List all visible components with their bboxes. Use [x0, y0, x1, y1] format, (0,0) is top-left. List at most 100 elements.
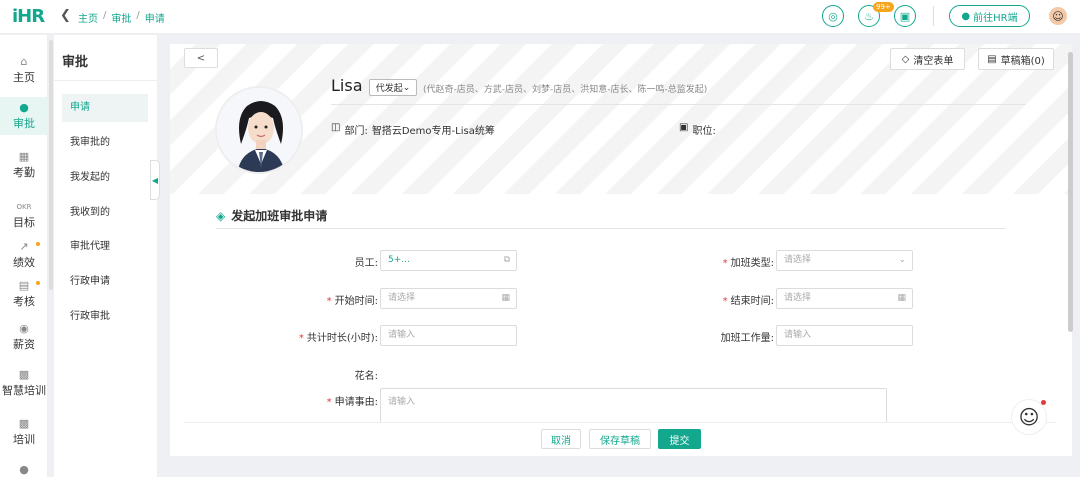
notification-badge: 99+	[873, 2, 894, 12]
nav-item-training[interactable]: ▩ 培训	[0, 417, 48, 447]
cancel-button[interactable]: 取消	[541, 429, 581, 449]
main-content: < ◇ 清空表单 ▤ 草稿箱(0) Lisa 代发起 ⌄ (代赵奇-店员、方武-店员、…	[170, 44, 1072, 456]
subnav-item-proxy[interactable]: 审批代理	[62, 233, 148, 261]
okr-icon: OKR	[16, 203, 32, 211]
workload-label: 加班工作量:	[720, 333, 774, 344]
department-value: 智搭云Demo专用-Lisa统筹	[371, 126, 495, 137]
submit-button[interactable]: 提交	[658, 429, 701, 449]
notify-dot	[36, 242, 40, 246]
person-icon: ●	[19, 463, 29, 476]
user-icon: ●	[19, 101, 29, 114]
nav-item-okr[interactable]: OKR 目标	[0, 200, 48, 230]
bell-icon[interactable]: ♨ 99+	[858, 2, 894, 27]
divider	[331, 104, 1026, 105]
total-hours-input[interactable]: 请输入	[380, 325, 517, 346]
content-scrollbar[interactable]	[1068, 52, 1073, 332]
divider	[54, 80, 157, 81]
flower-name-label: 花名:	[354, 371, 378, 382]
form-title: 发起加班审批申请	[231, 209, 328, 223]
id-card-icon: ▣	[679, 122, 689, 133]
profile-photo	[215, 86, 303, 174]
end-time-label: * 结束时间:	[722, 296, 774, 307]
save-draft-button[interactable]: 保存草稿	[589, 429, 651, 449]
person-icon: ●	[961, 10, 971, 22]
clear-form-button[interactable]: ◇ 清空表单	[890, 48, 965, 70]
overtime-type-label: * 加班类型:	[722, 258, 774, 269]
document-icon: ▤	[18, 279, 30, 292]
home-icon: ⌂	[20, 55, 28, 68]
nav-item-approval[interactable]: ● 审批	[0, 97, 48, 135]
goto-hr-label: 前往HR端	[973, 12, 1018, 24]
main-sidebar: ⌂ 主页 ● 审批 ▦ 考勤 OKR 目标 ↗ 绩效 ▤ 考核 ◉ 薪资 ▩ 智慧培训 ▩ 培训 …	[0, 35, 48, 477]
book-icon: ▩	[18, 368, 30, 381]
sub-sidebar: 审批 申请 我审批的 我发起的 我收到的 审批代理 行政申请 行政审批	[54, 35, 157, 477]
department-info: ◫ 部门: 智搭云Demo专用-Lisa统筹	[331, 122, 495, 137]
calendar-icon: ▦	[18, 150, 30, 163]
subnav-title: 审批	[62, 55, 89, 70]
subnav-item-admin-apply[interactable]: 行政申请	[62, 268, 148, 296]
back-button[interactable]: <	[184, 48, 218, 68]
copy-icon: ⧉	[503, 255, 510, 265]
money-icon: ◉	[19, 322, 29, 335]
subnav-item-my-initiated[interactable]: 我发起的	[62, 164, 148, 192]
notify-dot	[1041, 400, 1046, 405]
collapse-sidebar-button[interactable]: ◀	[150, 160, 160, 200]
user-avatar[interactable]: ☺	[1049, 7, 1067, 25]
nav-item-home[interactable]: ⌂ 主页	[0, 55, 48, 85]
proxy-list: (代赵奇-店员、方武-店员、刘梦-店员、洪知意-店长、陈一鸣-总监发起)	[423, 85, 708, 95]
employee-field[interactable]: 5+... ⧉	[380, 250, 517, 271]
app-logo[interactable]: iHR	[12, 6, 45, 28]
chevron-down-icon: ⌄	[898, 255, 906, 265]
subnav-item-admin-approval[interactable]: 行政审批	[62, 303, 148, 331]
goto-hr-button[interactable]: ● 前往HR端	[949, 5, 1030, 27]
breadcrumb: 主页 / 审批 / 申请	[78, 10, 165, 25]
proxy-select-label: 代发起	[375, 84, 403, 94]
employee-label: 员工:	[354, 258, 378, 269]
breadcrumb-item-approval[interactable]: 审批	[111, 10, 131, 25]
subnav-item-received[interactable]: 我收到的	[62, 199, 148, 227]
form-section-title: ◈ 发起加班审批申请	[216, 207, 327, 224]
nav-item-smart-training[interactable]: ▩ 智慧培训	[0, 368, 48, 398]
profile-name: Lisa	[331, 76, 363, 95]
calendar-icon: ▦	[501, 293, 510, 303]
breadcrumb-item-home[interactable]: 主页	[78, 10, 98, 25]
drafts-button[interactable]: ▤ 草稿箱(0)	[978, 48, 1054, 70]
nav-back-icon[interactable]: ❮	[60, 8, 71, 23]
globe-icon[interactable]: ◎	[822, 5, 844, 27]
department-label: 部门:	[344, 126, 368, 137]
notify-dot	[36, 281, 40, 285]
top-bar: iHR ❮ 主页 / 审批 / 申请 ◎ ♨ 99+ ▣ ● 前往HR端 ☺	[0, 0, 1080, 34]
proxy-select[interactable]: 代发起 ⌄	[369, 79, 417, 96]
position-info: ▣ 职位:	[679, 122, 720, 137]
sidebar-scrollbar[interactable]	[49, 40, 53, 290]
eraser-icon: ◇	[901, 53, 910, 65]
nav-item-attendance[interactable]: ▦ 考勤	[0, 150, 48, 180]
clear-form-label: 清空表单	[913, 55, 954, 67]
form-footer: 取消 保存草稿 提交	[184, 422, 1056, 456]
nav-item-more[interactable]: ●	[0, 463, 48, 477]
total-hours-label: * 共计时长(小时):	[298, 333, 378, 344]
mailbox-icon[interactable]: ▣	[894, 5, 916, 27]
reason-label: * 申请事由:	[326, 397, 378, 408]
nav-item-salary[interactable]: ◉ 薪资	[0, 322, 48, 352]
org-icon: ◫	[331, 122, 341, 133]
start-time-picker[interactable]: 请选择 ▦	[380, 288, 517, 309]
nav-item-performance[interactable]: ↗ 绩效	[0, 240, 48, 270]
layers-icon: ◈	[216, 208, 226, 223]
breadcrumb-item-apply[interactable]: 申请	[145, 10, 165, 25]
book-icon: ▩	[18, 417, 30, 430]
assistant-avatar-button[interactable]: ☺	[1011, 399, 1047, 435]
calendar-icon: ▦	[897, 293, 906, 303]
nav-item-assessment[interactable]: ▤ 考核	[0, 279, 48, 309]
divider	[216, 228, 1006, 229]
workload-input[interactable]: 请输入	[776, 325, 913, 346]
chevron-down-icon: ⌄	[402, 82, 411, 93]
assistant-icon: ☺	[1018, 405, 1040, 429]
subnav-item-apply[interactable]: 申请	[62, 94, 148, 122]
drafts-label: 草稿箱(0)	[1000, 55, 1045, 67]
overtime-type-select[interactable]: 请选择 ⌄	[776, 250, 913, 271]
drafts-icon: ▤	[987, 53, 997, 65]
start-time-label: * 开始时间:	[326, 296, 378, 307]
end-time-picker[interactable]: 请选择 ▦	[776, 288, 913, 309]
subnav-item-my-approvals[interactable]: 我审批的	[62, 129, 148, 157]
